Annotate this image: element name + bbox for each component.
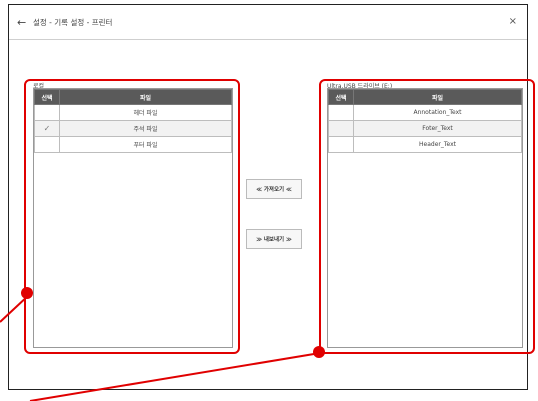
left-callout-dot: [21, 287, 33, 299]
callout-lines: [0, 293, 321, 401]
right-callout-dot: [313, 346, 325, 358]
right-callout-line: [29, 352, 321, 401]
